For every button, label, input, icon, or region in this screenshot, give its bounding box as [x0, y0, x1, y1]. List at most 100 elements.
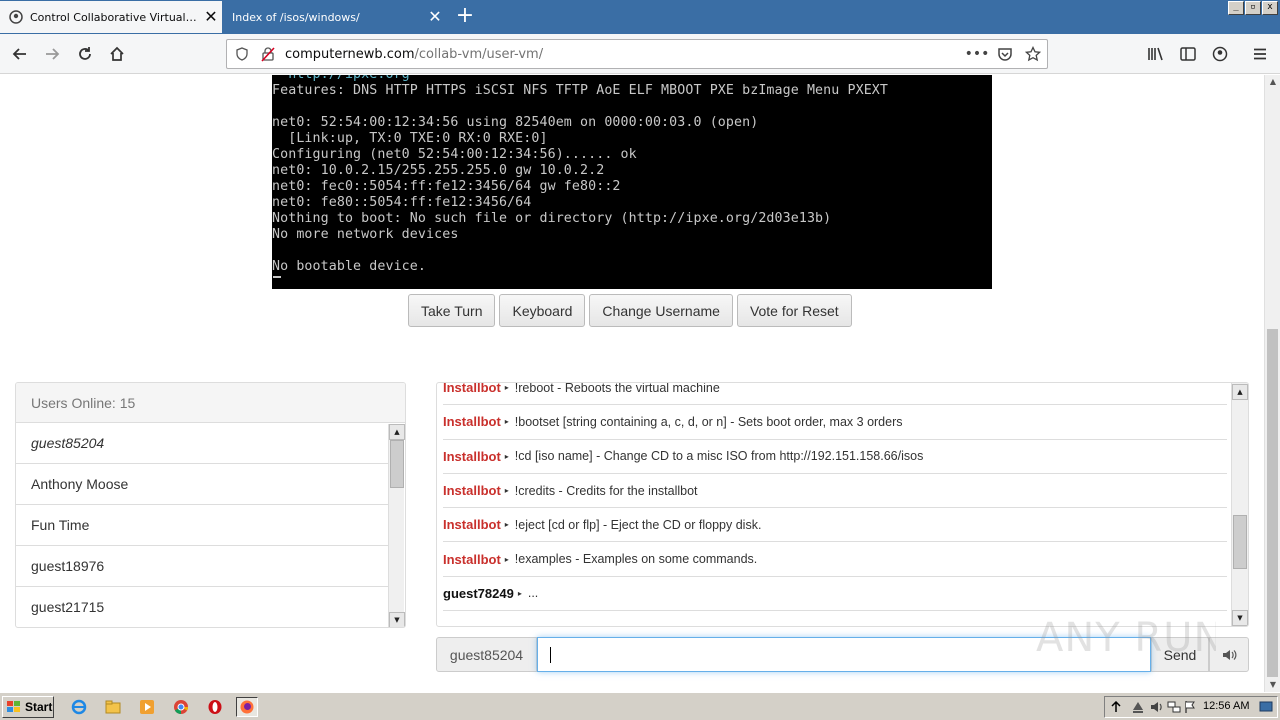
- tab-collab-vm[interactable]: Control Collaborative Virtual Machi ✕: [0, 1, 222, 33]
- safely-remove-icon[interactable]: [1131, 700, 1145, 717]
- vm-console-line: net0: 52:54:00:12:34:56 using 82540em on…: [272, 115, 759, 130]
- chat-message-text: !cd [iso name] - Change CD to a misc ISO…: [514, 449, 924, 464]
- users-online-heading: Users Online: 15: [16, 383, 405, 423]
- vm-console-line: http://ipxe.org: [272, 75, 410, 83]
- page-scrollbar[interactable]: ▲ ▼: [1264, 75, 1280, 692]
- chat-separator-icon: ▸: [517, 588, 522, 598]
- url-bar[interactable]: computernewb.com/collab-vm/user-vm/ •••: [226, 39, 1048, 69]
- system-tray: 12:56 AM: [1104, 696, 1278, 718]
- user-list-scrollbar[interactable]: ▲ ▼: [388, 424, 405, 627]
- scroll-down-arrow-icon[interactable]: ▼: [389, 612, 405, 627]
- firefox-icon[interactable]: [236, 697, 258, 717]
- pocket-icon[interactable]: [991, 40, 1019, 68]
- back-button[interactable]: [6, 40, 34, 68]
- chat-message-username[interactable]: Installbot: [443, 414, 501, 429]
- insecure-lock-icon[interactable]: [257, 43, 279, 65]
- media-player-icon[interactable]: [136, 697, 158, 717]
- chat-message-text: ...: [527, 586, 539, 601]
- browser-navbar: computernewb.com/collab-vm/user-vm/ •••: [0, 34, 1280, 74]
- menu-icon[interactable]: [1246, 40, 1274, 68]
- page-content: http://ipxe.orgFeatures: DNS HTTP HTTPS …: [0, 75, 1264, 692]
- chat-message: Installbot ▸ !cd [iso name] - Change CD to…: [443, 440, 1227, 474]
- chat-message-text: !bootset [string containing a, c, d, or …: [514, 414, 903, 429]
- network-icon[interactable]: [1167, 700, 1181, 717]
- chat-panel: Installbot ▸ !reboot - Reboots the virtual…: [436, 382, 1249, 627]
- scroll-down-arrow-icon[interactable]: ▼: [1265, 678, 1280, 692]
- vm-display[interactable]: http://ipxe.orgFeatures: DNS HTTP HTTPS …: [272, 75, 992, 289]
- library-icon[interactable]: [1142, 40, 1170, 68]
- tab-isos-index[interactable]: Index of /isos/windows/ ✕: [224, 1, 446, 33]
- keyboard-button[interactable]: Keyboard: [499, 294, 586, 327]
- chat-message: Installbot ▸ !bootset [string containing a…: [443, 405, 1227, 440]
- bookmark-star-icon[interactable]: [1019, 40, 1047, 68]
- account-icon[interactable]: [1206, 40, 1234, 68]
- action-center-flag-icon[interactable]: [1184, 700, 1196, 717]
- tab-close-icon[interactable]: ✕: [424, 9, 446, 25]
- vm-console-line: No bootable device.: [272, 259, 427, 274]
- svg-text:ANY RUN: ANY RUN: [1036, 615, 1216, 661]
- user-list-item[interactable]: Anthony Moose: [16, 464, 389, 505]
- volume-icon[interactable]: [1149, 700, 1165, 717]
- scroll-down-arrow-icon[interactable]: ▼: [1232, 610, 1248, 626]
- clock[interactable]: 12:56 AM: [1203, 700, 1249, 712]
- home-icon: [110, 46, 124, 61]
- sidebar-icon[interactable]: [1174, 40, 1202, 68]
- tab-title: Index of /isos/windows/: [232, 10, 360, 24]
- scrollbar-thumb[interactable]: [1233, 515, 1247, 569]
- user-list-item[interactable]: guest21715: [16, 587, 389, 627]
- page-actions-button[interactable]: •••: [963, 40, 991, 68]
- scroll-up-arrow-icon[interactable]: ▲: [1265, 75, 1280, 89]
- user-list-item[interactable]: guest85204: [16, 423, 389, 464]
- chat-username-label: guest85204: [436, 637, 537, 672]
- vm-console-line: No more network devices: [272, 227, 459, 242]
- chat-message-username[interactable]: guest78249: [443, 586, 514, 601]
- home-button[interactable]: [103, 40, 131, 68]
- scroll-up-arrow-icon[interactable]: ▲: [389, 424, 405, 440]
- tab-close-icon[interactable]: ✕: [200, 9, 222, 25]
- start-label: Start: [25, 700, 53, 714]
- file-explorer-icon[interactable]: [102, 697, 124, 717]
- chat-message-username[interactable]: Installbot: [443, 449, 501, 464]
- chrome-icon[interactable]: [170, 697, 192, 717]
- scrollbar-thumb[interactable]: [390, 440, 404, 488]
- change-username-button[interactable]: Change Username: [589, 294, 733, 327]
- vm-console-line: Nothing to boot: No such file or directo…: [272, 211, 832, 226]
- anyrun-logo: ANY RUN: [1036, 615, 1216, 661]
- show-desktop-icon[interactable]: [1259, 700, 1273, 717]
- chat-message-username[interactable]: Installbot: [443, 383, 501, 395]
- chat-message-username[interactable]: Installbot: [443, 552, 501, 567]
- vm-console-line: net0: fe80::5054:ff:fe12:3456/64: [272, 195, 532, 210]
- reload-icon: [79, 47, 91, 60]
- arrow-right-icon: [46, 48, 60, 60]
- chat-message-username[interactable]: Installbot: [443, 483, 501, 498]
- chat-message: Installbot ▸ !eject [cd or flp] - Eject th…: [443, 508, 1227, 543]
- tray-expand-icon[interactable]: [1111, 700, 1121, 716]
- chat-message-list: Installbot ▸ !reboot - Reboots the virtual…: [437, 383, 1233, 612]
- chat-message: Installbot ▸ !reboot - Reboots the virtual…: [443, 383, 1227, 406]
- internet-explorer-icon[interactable]: [68, 697, 90, 717]
- chat-message-text: !eject [cd or flp] - Eject the CD or flo…: [514, 517, 762, 532]
- vm-console-line: Features: DNS HTTP HTTPS iSCSI NFS TFTP …: [272, 83, 889, 98]
- start-button[interactable]: Start: [2, 696, 54, 718]
- vote-reset-button[interactable]: Vote for Reset: [736, 294, 852, 327]
- restore-button[interactable]: ▫: [1245, 1, 1261, 15]
- minimize-button[interactable]: _: [1228, 1, 1244, 15]
- collabvm-favicon-icon: [8, 9, 24, 25]
- opera-icon[interactable]: [204, 697, 226, 717]
- user-list-item[interactable]: Fun Time: [16, 505, 389, 546]
- scroll-up-arrow-icon[interactable]: ▲: [1232, 384, 1248, 400]
- close-window-button[interactable]: x: [1262, 1, 1278, 15]
- users-online-panel: Users Online: 15 guest85204 Anthony Moos…: [15, 382, 406, 628]
- take-turn-button[interactable]: Take Turn: [408, 294, 496, 327]
- chat-message-username[interactable]: Installbot: [443, 517, 501, 532]
- url-text[interactable]: computernewb.com/collab-vm/user-vm/: [285, 47, 963, 62]
- arrow-left-icon: [12, 48, 26, 60]
- reload-button[interactable]: [71, 40, 99, 68]
- user-list-item[interactable]: guest18976: [16, 546, 389, 587]
- shield-icon[interactable]: [231, 43, 253, 65]
- chat-scrollbar[interactable]: ▲ ▼: [1231, 383, 1248, 626]
- new-tab-button[interactable]: +: [452, 4, 478, 30]
- scrollbar-thumb[interactable]: [1267, 329, 1278, 677]
- chat-message: guest78249 ▸...: [443, 577, 1227, 612]
- forward-button[interactable]: [38, 40, 66, 68]
